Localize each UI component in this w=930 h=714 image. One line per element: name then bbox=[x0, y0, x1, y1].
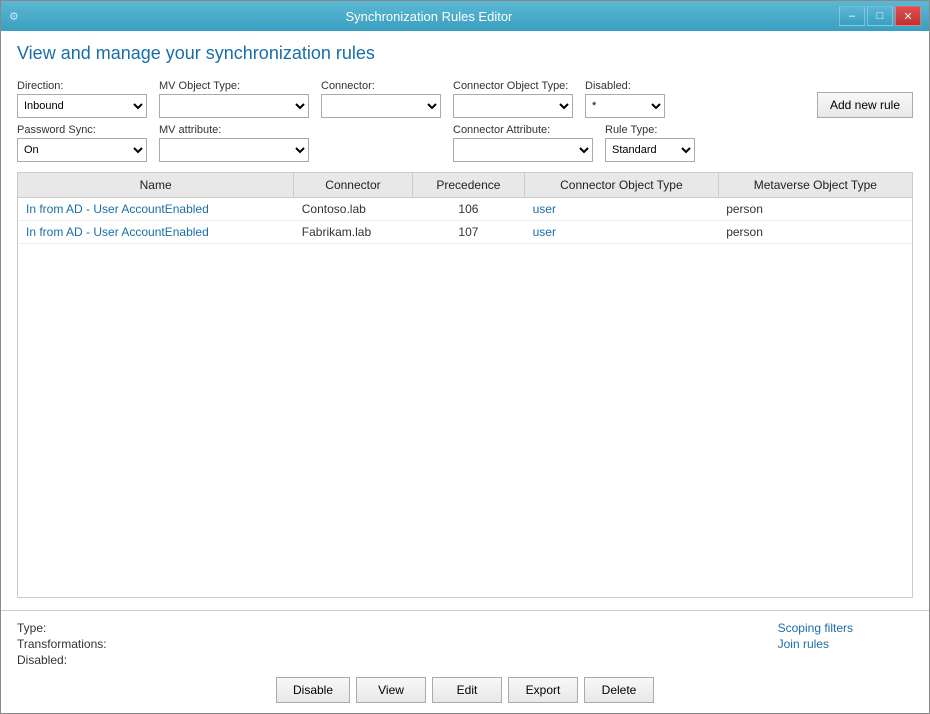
add-new-rule-button[interactable]: Add new rule bbox=[817, 92, 913, 118]
direction-group: Direction: Inbound Outbound bbox=[17, 80, 147, 118]
cell-connector: Fabrikam.lab bbox=[294, 221, 412, 244]
mv-object-type-select[interactable] bbox=[159, 94, 309, 118]
scoping-filters-link[interactable]: Scoping filters bbox=[778, 621, 853, 635]
rule-type-label: Rule Type: bbox=[605, 124, 695, 136]
transformations-label: Transformations: bbox=[17, 637, 107, 651]
password-sync-group: Password Sync: On Off bbox=[17, 124, 147, 162]
cell-precedence: 106 bbox=[412, 198, 524, 221]
disabled-label: Disabled: bbox=[585, 80, 665, 92]
page-title: View and manage your synchronization rul… bbox=[17, 43, 913, 64]
disabled-group: Disabled: * Yes No bbox=[585, 80, 665, 118]
cell-name: In from AD - User AccountEnabled bbox=[18, 221, 294, 244]
mv-object-type-group: MV Object Type: bbox=[159, 80, 309, 118]
direction-select[interactable]: Inbound Outbound bbox=[17, 94, 147, 118]
app-icon: ⚙ bbox=[9, 10, 19, 23]
connector-object-type-group: Connector Object Type: bbox=[453, 80, 573, 118]
col-header-name: Name bbox=[18, 173, 294, 198]
table-header-row: Name Connector Precedence Connector Obje… bbox=[18, 173, 912, 198]
bottom-info-left: Type: Transformations: Disabled: bbox=[17, 621, 107, 667]
disable-button[interactable]: Disable bbox=[276, 677, 350, 703]
col-header-connector: Connector bbox=[294, 173, 412, 198]
rules-table-container: Name Connector Precedence Connector Obje… bbox=[17, 172, 913, 598]
connector-attribute-select[interactable] bbox=[453, 138, 593, 162]
window-title: Synchronization Rules Editor bbox=[19, 9, 839, 24]
close-button[interactable]: ✕ bbox=[895, 6, 921, 26]
bottom-info-row: Type: Transformations: Disabled: Scoping… bbox=[17, 621, 913, 667]
view-button[interactable]: View bbox=[356, 677, 426, 703]
table-row[interactable]: In from AD - User AccountEnabled Contoso… bbox=[18, 198, 912, 221]
cell-connector-object-type: user bbox=[525, 221, 719, 244]
disabled-info-label: Disabled: bbox=[17, 653, 107, 667]
col-header-connector-object-type: Connector Object Type bbox=[525, 173, 719, 198]
export-button[interactable]: Export bbox=[508, 677, 578, 703]
edit-button[interactable]: Edit bbox=[432, 677, 502, 703]
col-header-precedence: Precedence bbox=[412, 173, 524, 198]
content-area: View and manage your synchronization rul… bbox=[1, 31, 929, 610]
disabled-select[interactable]: * Yes No bbox=[585, 94, 665, 118]
rules-table: Name Connector Precedence Connector Obje… bbox=[18, 173, 912, 244]
minimize-button[interactable]: – bbox=[839, 6, 865, 26]
cell-metaverse-object-type: person bbox=[718, 221, 912, 244]
type-label: Type: bbox=[17, 621, 107, 635]
cell-precedence: 107 bbox=[412, 221, 524, 244]
password-sync-select[interactable]: On Off bbox=[17, 138, 147, 162]
connector-group: Connector: bbox=[321, 80, 441, 118]
filter-row-1: Direction: Inbound Outbound MV Object Ty… bbox=[17, 80, 913, 118]
title-bar: ⚙ Synchronization Rules Editor – □ ✕ bbox=[1, 1, 929, 31]
cell-name: In from AD - User AccountEnabled bbox=[18, 198, 294, 221]
cell-metaverse-object-type: person bbox=[718, 198, 912, 221]
mv-attribute-select[interactable] bbox=[159, 138, 309, 162]
maximize-button[interactable]: □ bbox=[867, 6, 893, 26]
cell-connector: Contoso.lab bbox=[294, 198, 412, 221]
cell-connector-object-type: user bbox=[525, 198, 719, 221]
bottom-buttons: Disable View Edit Export Delete bbox=[17, 677, 913, 703]
main-window: ⚙ Synchronization Rules Editor – □ ✕ Vie… bbox=[0, 0, 930, 714]
connector-object-type-select[interactable] bbox=[453, 94, 573, 118]
password-sync-label: Password Sync: bbox=[17, 124, 147, 136]
connector-label: Connector: bbox=[321, 80, 441, 92]
connector-attribute-label: Connector Attribute: bbox=[453, 124, 593, 136]
connector-select[interactable] bbox=[321, 94, 441, 118]
direction-label: Direction: bbox=[17, 80, 147, 92]
window-controls: – □ ✕ bbox=[839, 6, 921, 26]
filter-section: Direction: Inbound Outbound MV Object Ty… bbox=[17, 80, 913, 162]
mv-attribute-label: MV attribute: bbox=[159, 124, 309, 136]
table-row[interactable]: In from AD - User AccountEnabled Fabrika… bbox=[18, 221, 912, 244]
mv-attribute-group: MV attribute: bbox=[159, 124, 309, 162]
connector-object-type-label: Connector Object Type: bbox=[453, 80, 573, 92]
connector-attribute-group: Connector Attribute: bbox=[453, 124, 593, 162]
bottom-info-right: Scoping filters Join rules bbox=[778, 621, 913, 667]
bottom-section: Type: Transformations: Disabled: Scoping… bbox=[1, 610, 929, 713]
rule-type-group: Rule Type: Standard Sticky bbox=[605, 124, 695, 162]
rule-type-select[interactable]: Standard Sticky bbox=[605, 138, 695, 162]
join-rules-link[interactable]: Join rules bbox=[778, 637, 853, 651]
col-header-metaverse-object-type: Metaverse Object Type bbox=[718, 173, 912, 198]
delete-button[interactable]: Delete bbox=[584, 677, 654, 703]
filter-row-2: Password Sync: On Off MV attribute: Conn… bbox=[17, 124, 913, 162]
mv-object-type-label: MV Object Type: bbox=[159, 80, 309, 92]
